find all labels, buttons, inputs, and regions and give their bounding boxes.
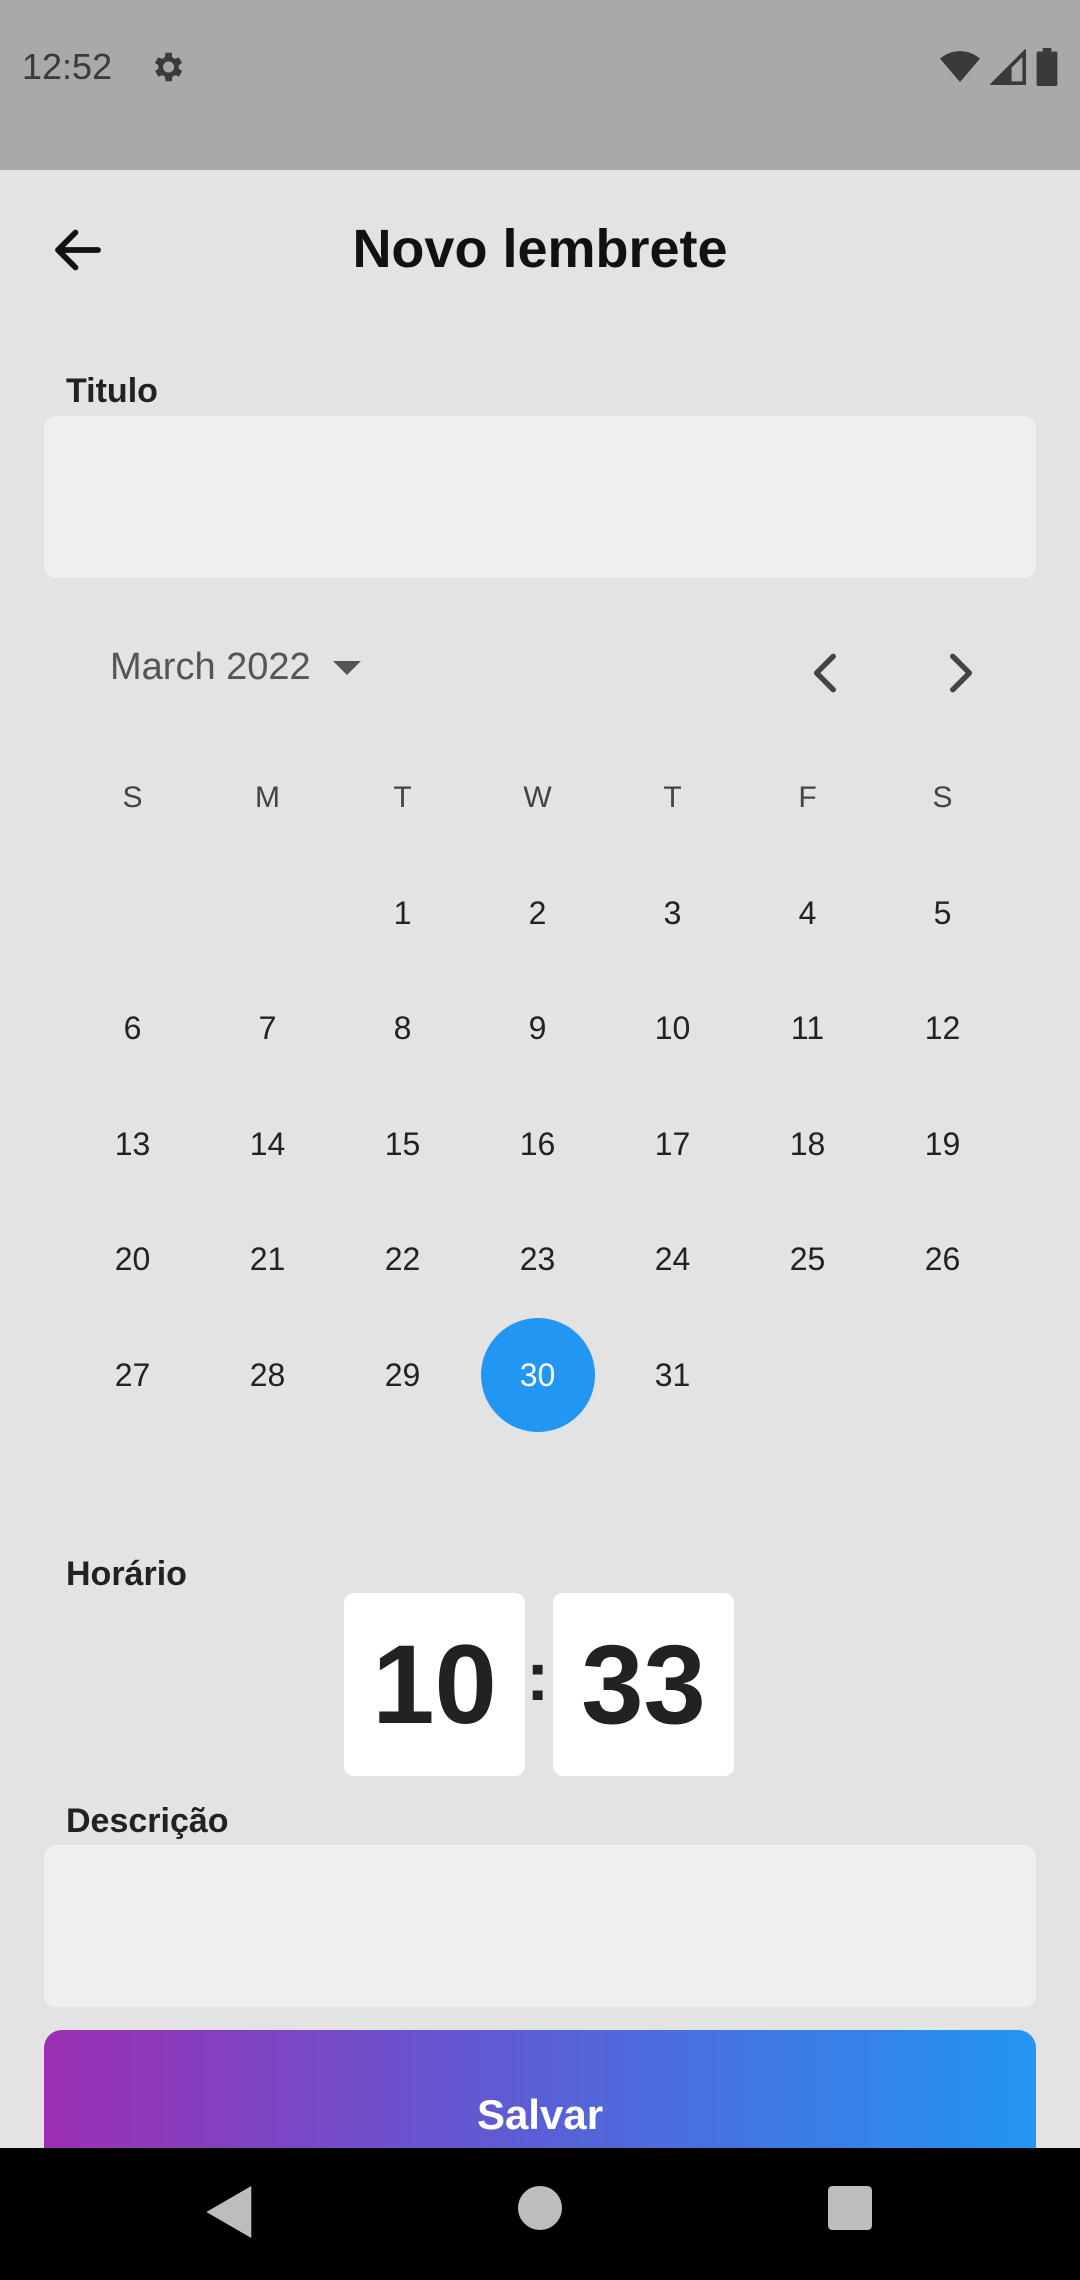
calendar-day[interactable]: 3 <box>605 856 740 971</box>
calendar-day[interactable]: 19 <box>875 1087 1010 1202</box>
weekday-label: W <box>523 780 552 814</box>
calendar-day <box>740 1318 875 1433</box>
calendar-day <box>200 856 335 971</box>
calendar-day[interactable]: 28 <box>200 1318 335 1433</box>
system-nav-bar <box>0 2148 1080 2280</box>
calendar-day[interactable]: 25 <box>740 1202 875 1317</box>
status-bar: 12:52 <box>0 0 1080 170</box>
calendar-day[interactable]: 23 <box>470 1202 605 1317</box>
calendar-day[interactable]: 18 <box>740 1087 875 1202</box>
title-label: Titulo <box>66 372 158 410</box>
month-label: March 2022 <box>110 646 311 688</box>
calendar-day[interactable]: 22 <box>335 1202 470 1317</box>
calendar-day[interactable]: 11 <box>740 971 875 1086</box>
time-label: Horário <box>66 1555 187 1593</box>
calendar-day[interactable]: 5 <box>875 856 1010 971</box>
calendar-day[interactable]: 10 <box>605 971 740 1086</box>
title-input[interactable] <box>44 416 1036 578</box>
month-year-selector[interactable]: March 2022 <box>110 646 361 689</box>
hour-field[interactable]: 10 <box>344 1593 525 1776</box>
weekday-label: M <box>255 780 280 814</box>
calendar-day[interactable]: 4 <box>740 856 875 971</box>
calendar-day[interactable]: 6 <box>65 971 200 1086</box>
calendar-day[interactable]: 1 <box>335 856 470 971</box>
time-separator: : <box>526 1637 550 1715</box>
calendar-day[interactable]: 9 <box>470 971 605 1086</box>
calendar-day[interactable]: 31 <box>605 1318 740 1433</box>
calendar-day[interactable]: 26 <box>875 1202 1010 1317</box>
minute-field[interactable]: 33 <box>553 1593 734 1776</box>
calendar-day[interactable]: 16 <box>470 1087 605 1202</box>
calendar-day[interactable]: 27 <box>65 1318 200 1433</box>
calendar-day[interactable]: 15 <box>335 1087 470 1202</box>
nav-home-icon[interactable] <box>518 2186 562 2230</box>
calendar-day <box>875 1318 1010 1433</box>
description-label: Descrição <box>66 1802 229 1840</box>
weekday-label: S <box>122 780 143 814</box>
chevron-left-icon[interactable] <box>802 648 852 698</box>
weekday-label: T <box>663 780 682 814</box>
status-time: 12:52 <box>22 46 113 87</box>
weekday-label: S <box>932 780 953 814</box>
calendar-day[interactable]: 12 <box>875 971 1010 1086</box>
calendar-day <box>65 856 200 971</box>
gear-icon <box>154 52 183 82</box>
description-input[interactable] <box>44 1845 1036 2007</box>
calendar-day[interactable]: 20 <box>65 1202 200 1317</box>
calendar-day[interactable]: 7 <box>200 971 335 1086</box>
calendar-week: 1 2 3 4 5 <box>65 856 1010 972</box>
calendar-day[interactable]: 29 <box>335 1318 470 1433</box>
weekday-label: T <box>393 780 412 814</box>
calendar-grid: S M T W T F S 1 2 3 4 5 6 7 8 9 10 11 12… <box>65 740 1010 1433</box>
calendar-day[interactable]: 13 <box>65 1087 200 1202</box>
status-icons <box>940 48 1058 86</box>
weekday-label: F <box>798 780 817 814</box>
calendar-week: 6 7 8 9 10 11 12 <box>65 971 1010 1087</box>
calendar-day[interactable]: 24 <box>605 1202 740 1317</box>
wifi-icon <box>940 51 980 82</box>
weekday-header: S M T W T F S <box>65 740 1010 856</box>
chevron-down-icon <box>332 660 361 675</box>
calendar-day[interactable]: 14 <box>200 1087 335 1202</box>
page-title: Novo lembrete <box>352 219 728 279</box>
calendar-week: 27 28 29 30 31 <box>65 1317 1010 1434</box>
calendar-day[interactable]: 17 <box>605 1087 740 1202</box>
battery-icon <box>1036 48 1058 86</box>
nav-back-icon[interactable] <box>205 2186 255 2238</box>
calendar-week: 13 14 15 16 17 18 19 <box>65 1087 1010 1203</box>
chevron-right-icon[interactable] <box>934 648 984 698</box>
nav-recent-icon[interactable] <box>828 2186 872 2230</box>
calendar-week: 20 21 22 23 24 25 26 <box>65 1202 1010 1318</box>
calendar-day-selected[interactable]: 30 <box>470 1317 605 1433</box>
calendar-day[interactable]: 2 <box>470 856 605 971</box>
signal-icon <box>990 49 1026 85</box>
calendar-day[interactable]: 21 <box>200 1202 335 1317</box>
app-bar: Novo lembrete <box>0 170 1080 330</box>
calendar-day[interactable]: 8 <box>335 971 470 1086</box>
